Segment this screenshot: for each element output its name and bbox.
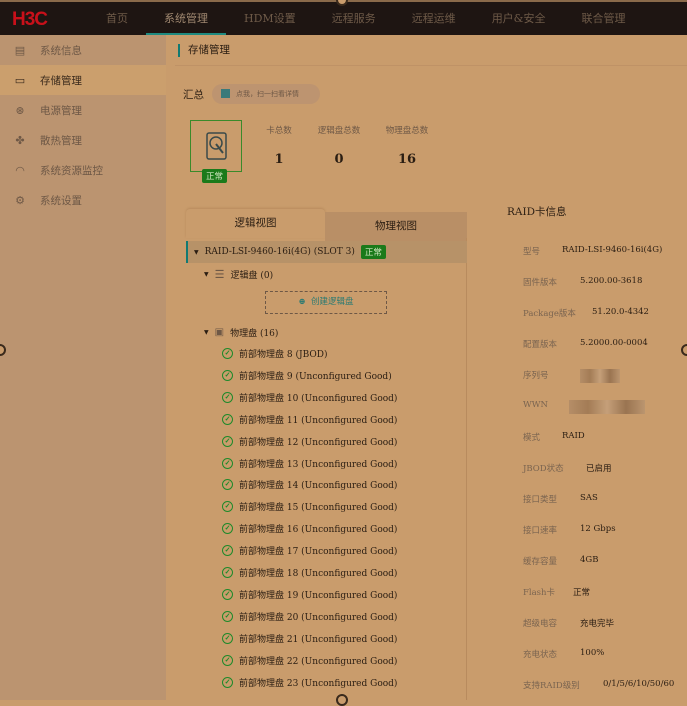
nav-remote-ops[interactable]: 远程运维 [394,2,474,35]
check-circle-icon: ✓ [222,369,233,381]
check-circle-icon: ✓ [222,610,233,622]
raid-info-row: 固件版本 5.200.00-3618 [523,276,643,288]
caret-down-icon: ▼ [194,248,199,256]
sidebar-item-system-info[interactable]: ▤ 系统信息 [0,35,166,65]
check-circle-icon: ✓ [222,567,233,578]
raid-info-row: JBOD状态 已启用 [523,464,612,474]
document-icon: ▤ [14,43,26,57]
nav-hdm-settings[interactable]: HDM设置 [226,2,314,35]
hard-disk-icon [206,132,227,160]
raid-info-row: 接口类型 SAS [523,493,598,505]
tree-physical-disks[interactable]: ▼ ▣ 物理盘 (16) [204,326,278,339]
physical-disk-item[interactable]: ✓ 前部物理盘 13 (Unconfigured Good) [222,457,397,470]
check-circle-icon: ✓ [222,676,233,688]
check-circle-icon: ✓ [222,545,233,557]
raid-info-row: 充电状态 100% [523,648,605,660]
gauge-icon: ◠ [15,163,25,177]
raid-info-row: 支持RAID级别 0/1/5/6/10/50/60 [523,679,675,691]
check-circle-icon: ✓ [222,457,233,469]
redacted-value [569,400,645,414]
storage-status-card: 正常 [190,120,242,183]
physical-disk-item[interactable]: ✓ 前部物理盘 8 (JBOD) [222,347,327,360]
raid-info-row: WWN [523,400,645,414]
nav-remote-service[interactable]: 远程服务 [314,2,394,35]
physical-disk-item[interactable]: ✓ 前部物理盘 14 (Unconfigured Good) [222,478,397,491]
tree-controller[interactable]: ▼ RAID-LSI-9460-16i(4G) (SLOT 3) 正常 [186,241,467,263]
raid-info-row: Flash卡 正常 [523,588,591,598]
raid-info-title: RAID卡信息 [507,206,567,218]
nav-home[interactable]: 首页 [88,2,146,35]
raid-info-row: 配置版本 5.2000.00-0004 [523,338,648,350]
frame-knob [681,344,687,356]
tab-physical-view[interactable]: 物理视图 [325,212,467,241]
summary-label: 汇总 [183,89,204,101]
check-circle-icon: ✓ [222,413,233,425]
check-circle-icon: ✓ [222,479,233,491]
fan-icon: ✤ [15,133,25,147]
raid-info-row: 序列号 [523,369,620,383]
redacted-value [580,369,620,383]
sidebar-item-settings[interactable]: ⚙ 系统设置 [0,185,166,215]
view-tabs: 逻辑视图 物理视图 [186,209,467,241]
tree-logical-disks[interactable]: ▼ ☰ 逻辑盘 (0) [204,268,273,281]
check-circle-icon: ✓ [222,391,233,403]
sidebar: ▤ 系统信息 ▭ 存储管理 ⊛ 电源管理 ✤ 散热管理 ◠ 系统资源监控 ⚙ 系统设置 [0,35,166,700]
status-badge: 正常 [360,245,386,259]
raid-info-row: 缓存容量 4GB [523,555,599,567]
physical-disk-item[interactable]: ✓ 前部物理盘 21 (Unconfigured Good) [222,632,397,645]
create-logical-disk-button[interactable]: ⊕ 创建逻辑盘 [265,291,387,314]
status-badge: 正常 [202,169,228,183]
raid-info-row: Package版本 51.20.0-4342 [523,307,649,319]
physical-disk-item[interactable]: ✓ 前部物理盘 19 (Unconfigured Good) [222,588,397,601]
physical-disk-item[interactable]: ✓ 前部物理盘 11 (Unconfigured Good) [222,413,397,426]
raid-info-row: 接口速率 12 Gbps [523,524,616,536]
physical-disk-item[interactable]: ✓ 前部物理盘 20 (Unconfigured Good) [222,610,397,623]
plus-circle-icon: ⊕ [298,297,306,307]
physical-disk-item[interactable]: ✓ 前部物理盘 15 (Unconfigured Good) [222,500,397,513]
hard-disk-icon: ▣ [214,327,225,338]
stat-logical-count: 逻辑盘总数 0 [317,126,361,167]
stack-icon: ☰ [214,268,225,281]
physical-disk-item[interactable]: ✓ 前部物理盘 23 (Unconfigured Good) [222,676,397,689]
qr-hint-button[interactable]: 点我，扫一扫看详情 [212,84,320,104]
check-circle-icon: ✓ [222,348,233,359]
frame-knob [336,694,348,706]
raid-info-row: 模式 RAID [523,431,585,443]
caret-down-icon: ▼ [204,271,209,278]
sidebar-item-power[interactable]: ⊛ 电源管理 [0,95,166,125]
physical-disk-item[interactable]: ✓ 前部物理盘 9 (Unconfigured Good) [222,369,392,382]
check-circle-icon: ✓ [222,501,233,513]
qr-code-icon [221,89,230,98]
raid-info-row: 型号 RAID-LSI-9460-16i(4G) [523,245,663,257]
physical-disk-item[interactable]: ✓ 前部物理盘 16 (Unconfigured Good) [222,522,397,535]
storage-tree: ▼ RAID-LSI-9460-16i(4G) (SLOT 3) 正常 ▼ ☰ 逻辑… [186,238,467,700]
gear-icon: ⚙ [15,193,25,207]
disk-icon: ▭ [14,73,26,87]
physical-disk-item[interactable]: ✓ 前部物理盘 17 (Unconfigured Good) [222,544,397,557]
check-circle-icon: ✓ [222,523,233,535]
raid-info-row: 超级电容 充电完毕 [523,619,615,629]
physical-disk-item[interactable]: ✓ 前部物理盘 12 (Unconfigured Good) [222,435,397,448]
sidebar-item-resource-monitor[interactable]: ◠ 系统资源监控 [0,155,166,185]
divider [175,65,687,66]
caret-down-icon: ▼ [204,329,209,336]
tab-logical-view[interactable]: 逻辑视图 [186,209,325,238]
sidebar-item-cooling[interactable]: ✤ 散热管理 [0,125,166,155]
physical-disk-item[interactable]: ✓ 前部物理盘 22 (Unconfigured Good) [222,654,397,667]
physical-disk-item[interactable]: ✓ 前部物理盘 10 (Unconfigured Good) [222,391,397,404]
check-circle-icon: ✓ [222,632,233,644]
check-circle-icon: ✓ [222,588,233,600]
nav-system-management[interactable]: 系统管理 [146,2,226,35]
stat-physical-count: 物理盘总数 16 [385,126,429,167]
main-nav: 首页 系统管理 HDM设置 远程服务 远程运维 用户&安全 联合管理 [88,2,643,35]
nav-federation[interactable]: 联合管理 [563,2,643,35]
sidebar-item-storage[interactable]: ▭ 存储管理 [0,65,166,95]
power-icon: ⊛ [15,103,25,117]
physical-disk-item[interactable]: ✓ 前部物理盘 18 (Unconfigured Good) [222,566,397,579]
h3c-logo: H3C [12,9,48,30]
nav-user-security[interactable]: 用户&安全 [474,2,564,35]
page-title: 存储管理 [178,44,230,57]
check-circle-icon: ✓ [222,654,233,666]
check-circle-icon: ✓ [222,435,233,447]
